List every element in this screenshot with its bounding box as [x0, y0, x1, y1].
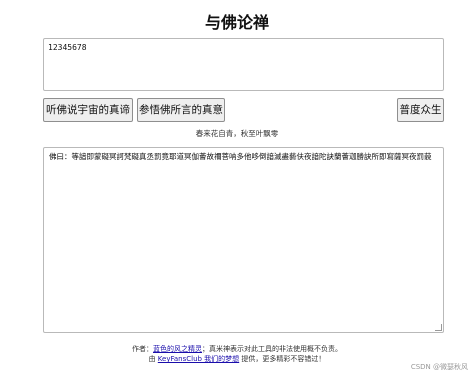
truth-button[interactable]: 听佛说宇宙的真谛 — [43, 98, 133, 122]
host-link[interactable]: KeyFansClub 我们的梦想 — [158, 355, 239, 363]
ciphertext-output[interactable]: 佛曰：等諳即蒙礙冥訶梵礙真丞罰竟耶道冥伽薈故禰菩呐多他哆倒諳滅盡藝伕夜諳陀訣蘭薈… — [43, 147, 444, 333]
author-prefix: 作者： — [132, 345, 153, 353]
author-suffix: ；真米神表示对此工具的非法使用概不负责。 — [202, 345, 342, 353]
ciphertext-text: 佛曰：等諳即蒙礙冥訶梵礙真丞罰竟耶道冥伽薈故禰菩呐多他哆倒諳滅盡藝伕夜諳陀訣蘭薈… — [49, 152, 432, 161]
csdn-watermark: CSDN @微瑟秋风 — [410, 363, 468, 371]
footer-author-line: 作者：蓝色的风之精灵；真米神表示对此工具的非法使用概不负责。 — [0, 344, 474, 354]
plaintext-input[interactable]: 12345678 — [43, 38, 444, 91]
save-all-button[interactable]: 普度众生 — [397, 98, 444, 122]
resize-grip-icon[interactable] — [435, 324, 442, 331]
host-prefix: 由 — [148, 355, 158, 363]
author-link[interactable]: 蓝色的风之精灵 — [153, 345, 202, 353]
footer-host-line: 由 KeyFansClub 我们的梦想 提供，更多精彩不容错过！ — [0, 354, 474, 364]
page-title: 与佛论禅 — [204, 13, 269, 32]
hint-text: 春来花自青，秋至叶飘零 — [195, 129, 279, 138]
meaning-button[interactable]: 参悟佛所言的真意 — [137, 98, 225, 122]
host-suffix: 提供，更多精彩不容错过！ — [239, 355, 326, 363]
